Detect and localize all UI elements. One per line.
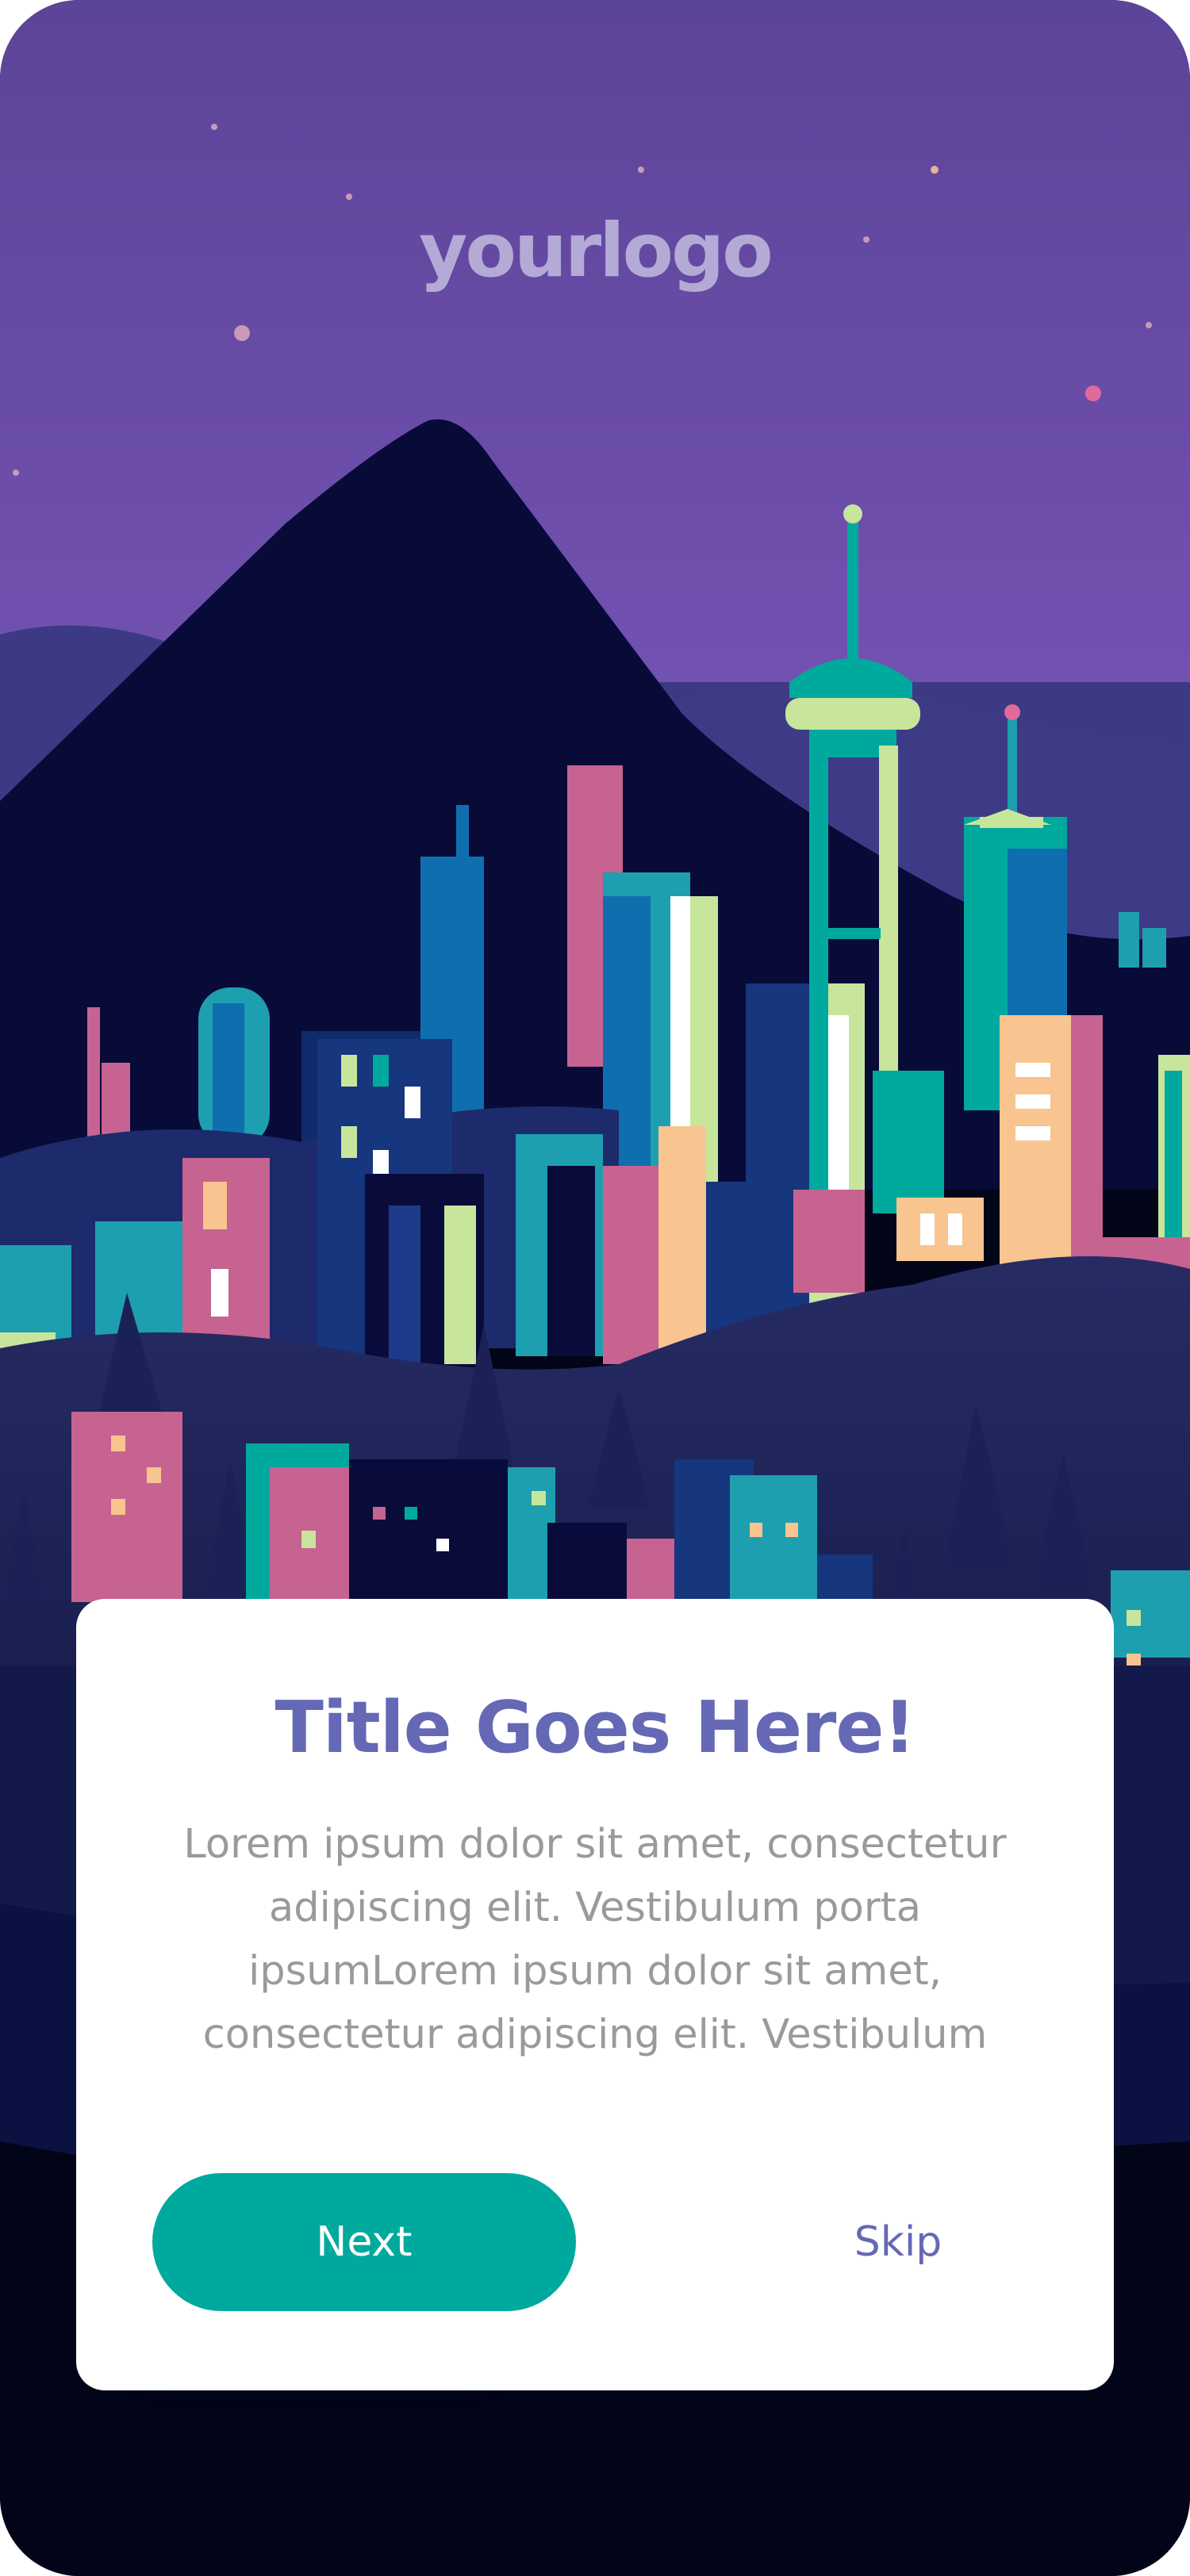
skip-button[interactable]: Skip [739, 2173, 1057, 2311]
onboarding-screen: yourlogo Title Goes Here! Lorem ipsum do… [0, 0, 1190, 2576]
app-logo: yourlogo [419, 208, 774, 294]
card-title: Title Goes Here! [274, 1686, 916, 1769]
next-button[interactable]: Next [152, 2173, 576, 2311]
onboarding-card: Title Goes Here! Lorem ipsum dolor sit a… [76, 1599, 1114, 2390]
card-description: Lorem ipsum dolor sit amet, consectetur … [183, 1821, 1007, 2058]
